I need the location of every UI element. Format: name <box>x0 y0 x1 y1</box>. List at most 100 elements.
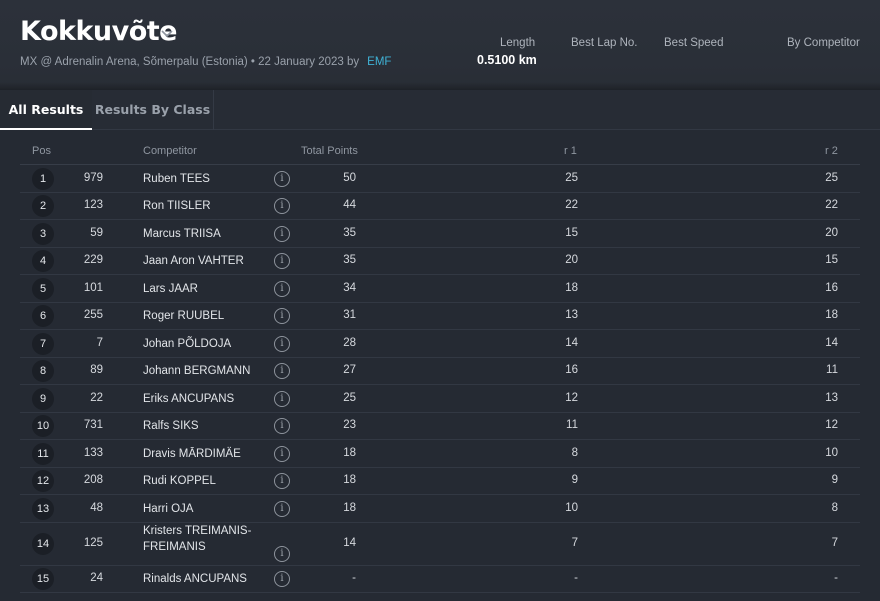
race-2-points: 12 <box>825 419 838 432</box>
competitor-number: 731 <box>83 419 103 432</box>
table-row[interactable]: 12 208 Rudi KOPPEL 18 9 9 <box>20 468 860 495</box>
info-icon[interactable] <box>274 545 290 562</box>
tab-all-results[interactable]: All Results <box>0 90 92 130</box>
competitor-name[interactable]: Kristers TREIMANIS-FREIMANIS <box>143 523 268 555</box>
race-2-points: 8 <box>831 501 838 514</box>
event-details: MX @ Adrenalin Arena, Sõmerpalu (Estonia… <box>20 56 360 68</box>
results-table-header: Pos Competitor Total Points r 1 r 2 <box>20 139 860 165</box>
table-row[interactable]: 5 101 Lars JAAR 34 18 16 <box>20 275 860 303</box>
competitor-name[interactable]: Johan PÕLDOJA <box>143 336 268 352</box>
length-value: 0.5100 km <box>477 53 537 67</box>
tab-results-by-class[interactable]: Results By Class <box>92 90 214 130</box>
total-points: 23 <box>343 419 356 432</box>
total-points: 18 <box>343 501 356 514</box>
info-icon[interactable] <box>274 170 290 187</box>
race-2-points: 20 <box>825 226 838 239</box>
position-badge: 6 <box>32 305 54 328</box>
total-points: 44 <box>343 199 356 212</box>
competitor-number: 7 <box>96 336 103 349</box>
total-points: 35 <box>343 226 356 239</box>
info-icon[interactable] <box>274 445 290 462</box>
header-pos: Pos <box>32 145 51 157</box>
competitor-number: 59 <box>90 226 103 239</box>
total-points: 25 <box>343 391 356 404</box>
competitor-name[interactable]: Rudi KOPPEL <box>143 473 268 489</box>
race-1-points: 16 <box>565 364 578 377</box>
length-label: Length <box>500 37 536 49</box>
race-2-points: 16 <box>825 281 838 294</box>
table-row[interactable]: 7 7 Johan PÕLDOJA 28 14 14 <box>20 330 860 358</box>
info-icon[interactable] <box>274 473 290 490</box>
total-points: 18 <box>343 446 356 459</box>
total-points: 14 <box>343 537 356 549</box>
competitor-number: 208 <box>83 474 103 487</box>
competitor-number: 48 <box>90 501 103 514</box>
competitor-name[interactable]: Ruben TEES <box>143 171 268 187</box>
total-points: 28 <box>343 336 356 349</box>
event-title: Kokkuvõte <box>20 16 178 47</box>
table-row[interactable]: 13 48 Harri OJA 18 10 8 <box>20 495 860 523</box>
info-icon[interactable] <box>274 390 290 407</box>
table-row[interactable]: 1 979 Ruben TEES 50 25 25 <box>20 165 860 193</box>
race-1-points: 13 <box>565 309 578 322</box>
race-2-points: 25 <box>825 171 838 184</box>
race-1-points: 15 <box>565 226 578 239</box>
competitor-name[interactable]: Lars JAAR <box>143 281 268 297</box>
position-badge: 12 <box>32 470 54 493</box>
total-points: 34 <box>343 281 356 294</box>
competitor-name[interactable]: Eriks ANCUPANS <box>143 391 268 407</box>
table-row[interactable]: 4 229 Jaan Aron VAHTER 35 20 15 <box>20 248 860 275</box>
total-points: 31 <box>343 309 356 322</box>
competitor-name[interactable]: Jaan Aron VAHTER <box>143 253 268 269</box>
info-icon[interactable] <box>274 335 290 352</box>
info-icon[interactable] <box>274 571 290 588</box>
table-row[interactable]: 14 125 Kristers TREIMANIS-FREIMANIS 14 7 7 <box>20 523 860 566</box>
header-r1: r 1 <box>564 145 577 157</box>
competitor-name[interactable]: Harri OJA <box>143 501 268 517</box>
competitor-number: 89 <box>90 364 103 377</box>
header-total-points: Total Points <box>301 145 358 157</box>
organizer-link[interactable]: EMF <box>367 56 391 68</box>
info-icon[interactable] <box>274 363 290 380</box>
competitor-name[interactable]: Roger RUUBEL <box>143 308 268 324</box>
competitor-name[interactable]: Marcus TRIISA <box>143 226 268 242</box>
table-row[interactable]: 8 89 Johann BERGMANN 27 16 11 <box>20 358 860 385</box>
table-row[interactable]: 2 123 Ron TIISLER 44 22 22 <box>20 193 860 220</box>
race-2-points: - <box>834 572 838 585</box>
info-icon[interactable] <box>274 253 290 270</box>
competitor-name[interactable]: Dravis MĀRDIMÄE <box>143 446 268 462</box>
table-row[interactable]: 11 133 Dravis MĀRDIMÄE 18 8 10 <box>20 440 860 468</box>
total-points: 50 <box>343 171 356 184</box>
table-row[interactable]: 6 255 Roger RUUBEL 31 13 18 <box>20 303 860 330</box>
competitor-name[interactable]: Ralfs SIKS <box>143 418 268 434</box>
info-icon[interactable] <box>274 500 290 517</box>
table-row[interactable]: 10 731 Ralfs SIKS 23 11 12 <box>20 413 860 440</box>
competitor-number: 24 <box>90 572 103 585</box>
chevron-down-icon[interactable] <box>160 26 174 40</box>
position-badge: 1 <box>32 167 54 190</box>
info-icon[interactable] <box>274 198 290 215</box>
competitor-number: 125 <box>83 537 103 549</box>
table-row[interactable]: 15 24 Rinalds ANCUPANS - - - <box>20 566 860 593</box>
best-lap-label: Best Lap No. <box>571 37 638 49</box>
race-1-points: 25 <box>565 171 578 184</box>
race-1-points: 20 <box>565 254 578 267</box>
info-icon[interactable] <box>274 308 290 325</box>
table-row[interactable]: 3 59 Marcus TRIISA 35 15 20 <box>20 220 860 248</box>
race-2-points: 10 <box>825 446 838 459</box>
competitor-name[interactable]: Johann BERGMANN <box>143 363 268 379</box>
info-icon[interactable] <box>274 418 290 435</box>
position-badge: 7 <box>32 332 54 355</box>
table-row[interactable]: 9 22 Eriks ANCUPANS 25 12 13 <box>20 385 860 413</box>
info-icon[interactable] <box>274 280 290 297</box>
info-icon[interactable] <box>274 225 290 242</box>
race-1-points: 18 <box>565 281 578 294</box>
position-badge: 10 <box>32 415 54 438</box>
race-2-points: 9 <box>831 474 838 487</box>
competitor-number: 979 <box>83 171 103 184</box>
race-1-points: 9 <box>571 474 578 487</box>
competitor-name[interactable]: Ron TIISLER <box>143 198 268 214</box>
competitor-name[interactable]: Rinalds ANCUPANS <box>143 571 268 587</box>
position-badge: 8 <box>32 360 54 383</box>
race-1-points: - <box>574 572 578 585</box>
